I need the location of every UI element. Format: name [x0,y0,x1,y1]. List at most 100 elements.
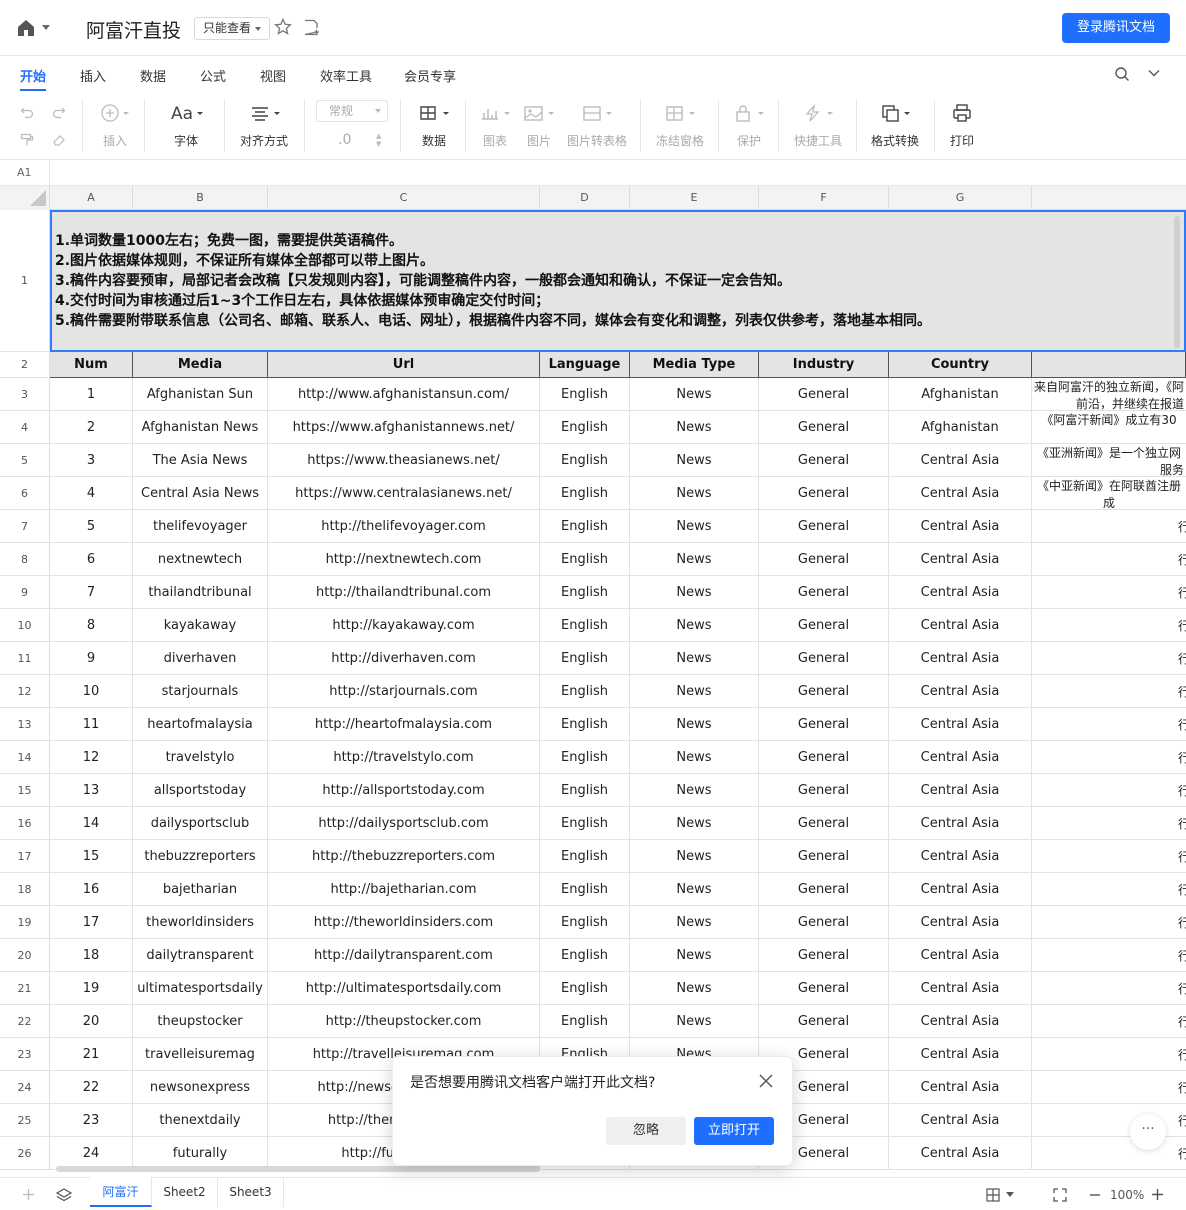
table-cell[interactable]: General [759,774,889,807]
horizontal-scrollbar[interactable] [56,1166,540,1172]
table-cell[interactable]: General [759,1005,889,1038]
table-cell[interactable]: English [540,576,630,609]
more-options-icon[interactable]: ··· [1130,1114,1166,1150]
table-cell[interactable]: English [540,675,630,708]
description-cell[interactable]: 行 [1032,642,1186,675]
row-header[interactable]: 15 [0,774,50,807]
table-cell[interactable]: News [630,906,759,939]
tab-insert[interactable]: 插入 [80,66,106,85]
description-cell[interactable]: 行 [1032,774,1186,807]
table-cell[interactable]: English [540,741,630,774]
table-cell[interactable]: dailysportsclub [133,807,268,840]
table-cell[interactable]: Central Asia [889,444,1032,477]
table-cell[interactable]: News [630,873,759,906]
row-header[interactable]: 18 [0,873,50,906]
zoom-level[interactable]: 100% [1110,1188,1144,1202]
table-cell[interactable]: 10 [50,675,133,708]
table-cell[interactable]: Central Asia [889,774,1032,807]
description-cell[interactable]: 行 [1032,840,1186,873]
row-header[interactable]: 8 [0,543,50,576]
table-cell[interactable]: News [630,675,759,708]
table-cell[interactable]: General [759,741,889,774]
table-cell[interactable]: 12 [50,741,133,774]
table-header-cell[interactable]: Num [50,352,133,378]
table-cell[interactable]: General [759,873,889,906]
table-cell[interactable]: English [540,543,630,576]
table-cell[interactable]: General [759,477,889,510]
description-cell[interactable]: 《阿富汗新闻》成立有30 [1032,411,1186,444]
table-cell[interactable]: http://dailysportsclub.com [268,807,540,840]
table-cell[interactable]: English [540,972,630,1005]
table-cell[interactable]: http://dailytransparent.com [268,939,540,972]
table-cell[interactable]: General [759,378,889,411]
format-painter-icon[interactable] [20,133,34,147]
table-cell[interactable]: heartofmalaysia [133,708,268,741]
description-cell[interactable]: 行 [1032,1005,1186,1038]
table-cell[interactable]: Central Asia [889,642,1032,675]
table-cell[interactable]: 20 [50,1005,133,1038]
sheet-list-icon[interactable] [56,1187,72,1203]
insert-tool[interactable]: 插入 [97,102,133,149]
tab-member[interactable]: 会员专享 [404,66,456,85]
description-cell[interactable]: 行 [1032,906,1186,939]
table-cell[interactable]: 14 [50,807,133,840]
table-cell[interactable]: English [540,873,630,906]
table-cell[interactable]: News [630,543,759,576]
description-cell[interactable]: 《亚洲新闻》是一个独立网 服务 [1032,444,1186,477]
column-header-h[interactable] [1032,186,1186,210]
table-cell[interactable]: Afghanistan News [133,411,268,444]
table-cell[interactable]: Central Asia [889,873,1032,906]
table-cell[interactable]: General [759,576,889,609]
undo-icon[interactable] [20,105,34,119]
table-header-cell[interactable] [1032,352,1186,378]
table-cell[interactable]: General [759,939,889,972]
table-cell[interactable]: General [759,972,889,1005]
table-cell[interactable]: Central Asia [889,1038,1032,1071]
table-cell[interactable]: English [540,477,630,510]
table-cell[interactable]: nextnewtech [133,543,268,576]
table-cell[interactable]: newsonexpress [133,1071,268,1104]
table-cell[interactable]: News [630,378,759,411]
table-cell[interactable]: General [759,840,889,873]
table-cell[interactable]: Central Asia [889,609,1032,642]
column-header-d[interactable]: D [540,186,630,210]
data-tool[interactable]: 数据 [416,102,452,149]
table-cell[interactable]: General [759,675,889,708]
table-cell[interactable]: 1 [50,378,133,411]
table-cell[interactable]: http://theupstocker.com [268,1005,540,1038]
table-cell[interactable]: http://thelifevoyager.com [268,510,540,543]
column-header-c[interactable]: C [268,186,540,210]
table-cell[interactable]: English [540,906,630,939]
number-format-dropdown[interactable]: 常规 [316,100,388,122]
table-cell[interactable]: theworldinsiders [133,906,268,939]
add-to-folder-icon[interactable] [303,19,319,36]
table-cell[interactable]: diverhaven [133,642,268,675]
tab-data[interactable]: 数据 [140,66,166,85]
notice-cell[interactable]: 1.单词数量1000左右；免费一图，需要提供英语稿件。 2.图片依据媒体规则，不… [50,210,1186,352]
table-cell[interactable]: 16 [50,873,133,906]
table-cell[interactable]: English [540,378,630,411]
table-cell[interactable]: http://theworldinsiders.com [268,906,540,939]
sheet-tab-afghanistan[interactable]: 阿富汗 [90,1177,152,1207]
table-cell[interactable]: http://thailandtribunal.com [268,576,540,609]
table-header-cell[interactable]: Url [268,352,540,378]
description-cell[interactable]: 行 [1032,708,1186,741]
table-header-cell[interactable]: Language [540,352,630,378]
table-cell[interactable]: News [630,840,759,873]
table-cell[interactable]: Central Asia [889,510,1032,543]
description-cell[interactable]: 行 [1032,807,1186,840]
table-cell[interactable]: News [630,444,759,477]
table-cell[interactable]: General [759,444,889,477]
format-convert-tool[interactable]: 格式转换 [868,102,922,149]
table-cell[interactable]: http://ultimatesportsdaily.com [268,972,540,1005]
description-cell[interactable]: 行 [1032,1071,1186,1104]
table-cell[interactable]: Central Asia [889,972,1032,1005]
table-cell[interactable]: News [630,972,759,1005]
table-cell[interactable]: News [630,477,759,510]
open-now-button[interactable]: 立即打开 [694,1117,774,1145]
table-cell[interactable]: Central Asia [889,1005,1032,1038]
table-cell[interactable]: General [759,642,889,675]
table-cell[interactable]: 6 [50,543,133,576]
table-cell[interactable]: travelleisuremag [133,1038,268,1071]
close-icon[interactable] [759,1074,773,1088]
